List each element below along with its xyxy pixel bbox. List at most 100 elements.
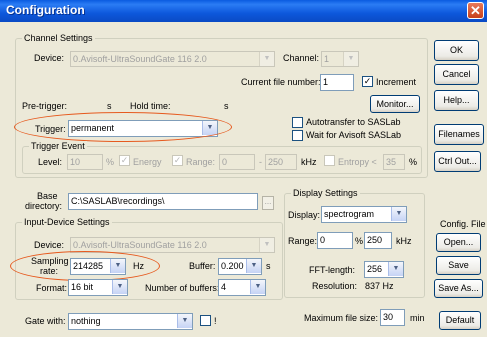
buffer-value: 0.200 bbox=[221, 261, 244, 271]
chevron-down-icon: ▼ bbox=[112, 280, 127, 294]
trigger-highlight bbox=[14, 112, 232, 142]
display-range-label: Range: bbox=[288, 236, 318, 246]
channel-settings-title: Channel Settings bbox=[22, 33, 95, 43]
entropy-checkbox[interactable] bbox=[324, 155, 335, 166]
base-dir-label-1: Base bbox=[37, 191, 58, 201]
check-icon: ✓ bbox=[120, 155, 129, 165]
ok-button[interactable]: OK bbox=[434, 40, 479, 61]
nbuffers-label: Number of buffers: bbox=[145, 283, 220, 293]
format-label: Format: bbox=[36, 283, 68, 293]
window-title: Configuration bbox=[6, 3, 85, 17]
entropy-input[interactable]: 35 bbox=[383, 154, 405, 170]
device-value: 0.Avisoft-UltraSoundGate 116 2.0 bbox=[73, 54, 207, 64]
default-button[interactable]: Default bbox=[439, 311, 481, 330]
buffer-label: Buffer: bbox=[189, 261, 216, 271]
range-dash: - bbox=[259, 157, 262, 167]
range-to-input[interactable]: 250 bbox=[265, 154, 297, 170]
close-button[interactable]: ✕ bbox=[467, 2, 484, 19]
chevron-down-icon: ▼ bbox=[177, 314, 192, 328]
nbuffers-value: 4 bbox=[221, 282, 227, 292]
energy-checkbox[interactable]: ✓ bbox=[119, 155, 130, 166]
maxsize-value: 30 bbox=[383, 312, 394, 322]
ctrl-out-button[interactable]: Ctrl Out... bbox=[434, 151, 481, 172]
device-label: Device: bbox=[34, 53, 65, 63]
trigger-event-title: Trigger Event bbox=[29, 141, 87, 151]
channel-label: Channel: bbox=[283, 53, 320, 63]
fft-select[interactable]: 256 ▼ bbox=[364, 261, 404, 278]
save-as-config-label: Save As... bbox=[438, 283, 479, 293]
help-label: Help... bbox=[443, 95, 470, 105]
save-config-button[interactable]: Save bbox=[436, 256, 481, 275]
gate-checkbox[interactable] bbox=[200, 315, 211, 326]
level-value: 10 bbox=[70, 157, 81, 167]
browse-label: ... bbox=[264, 197, 272, 206]
channel-select[interactable]: 1 ▼ bbox=[321, 51, 359, 67]
save-config-label: Save bbox=[448, 260, 469, 270]
entropy-pct: % bbox=[409, 157, 418, 167]
help-button[interactable]: Help... bbox=[434, 90, 479, 111]
entropy-label: Entropy < bbox=[338, 157, 377, 167]
browse-button[interactable]: ... bbox=[262, 196, 274, 210]
holdtime-unit: s bbox=[224, 101, 229, 111]
display-settings-title: Display Settings bbox=[291, 188, 360, 198]
increment-label: Increment bbox=[376, 77, 417, 87]
level-input[interactable]: 10 bbox=[67, 154, 103, 170]
channel-value: 1 bbox=[324, 54, 330, 64]
default-label: Default bbox=[445, 315, 475, 325]
format-value: 16 bit bbox=[71, 282, 94, 292]
gate-value: nothing bbox=[71, 316, 101, 326]
autotransfer-label: Autotransfer to SASLab bbox=[306, 117, 401, 127]
open-config-button[interactable]: Open... bbox=[436, 233, 481, 252]
sampling-highlight bbox=[10, 251, 160, 281]
holdtime-label: Hold time: bbox=[130, 101, 171, 111]
display-range-to-value: 250 bbox=[367, 235, 383, 245]
wait-checkbox[interactable] bbox=[292, 130, 303, 141]
format-select[interactable]: 16 bit ▼ bbox=[68, 279, 128, 296]
ctrl-out-label: Ctrl Out... bbox=[438, 156, 477, 166]
pretrigger-label: Pre-trigger: bbox=[22, 101, 68, 111]
device-select[interactable]: 0.Avisoft-UltraSoundGate 116 2.0 ▼ bbox=[70, 51, 275, 67]
base-dir-value: C:\SASLAB\recordings\ bbox=[71, 196, 165, 206]
display-range-to[interactable]: 250 bbox=[364, 232, 392, 249]
close-icon: ✕ bbox=[470, 3, 481, 18]
entropy-value: 35 bbox=[386, 157, 397, 167]
chevron-down-icon: ▼ bbox=[391, 207, 406, 221]
chevron-down-icon: ▼ bbox=[343, 52, 358, 66]
increment-checkbox[interactable]: ✓ bbox=[362, 76, 373, 87]
display-range-pct: % bbox=[355, 236, 364, 246]
chevron-down-icon: ▼ bbox=[259, 238, 274, 252]
gate-select[interactable]: nothing ▼ bbox=[68, 313, 193, 330]
autotransfer-checkbox[interactable] bbox=[292, 117, 303, 128]
wait-label: Wait for Avisoft SASLab bbox=[306, 130, 402, 140]
resolution-value: 837 Hz bbox=[365, 281, 394, 291]
range-checkbox[interactable]: ✓ bbox=[172, 155, 183, 166]
pretrigger-unit: s bbox=[107, 101, 112, 111]
level-pct: % bbox=[106, 157, 115, 167]
save-as-config-button[interactable]: Save As... bbox=[434, 279, 483, 298]
gate-excl: ! bbox=[214, 316, 217, 326]
display-range-from-value: 0 bbox=[320, 235, 326, 245]
file-number-input[interactable]: 1 bbox=[320, 74, 354, 91]
display-label: Display: bbox=[288, 210, 321, 220]
filenames-button[interactable]: Filenames bbox=[434, 124, 484, 145]
file-number-label: Current file number: bbox=[241, 77, 321, 87]
display-select[interactable]: spectrogram ▼ bbox=[321, 206, 407, 223]
base-dir-input[interactable]: C:\SASLAB\recordings\ bbox=[68, 193, 258, 210]
display-range-from[interactable]: 0 bbox=[317, 232, 353, 249]
range-to-value: 250 bbox=[268, 157, 284, 167]
buffer-select[interactable]: 0.200 ▼ bbox=[218, 258, 262, 275]
input-device-label: Device: bbox=[34, 240, 65, 250]
fft-value: 256 bbox=[367, 264, 383, 274]
title-bar[interactable]: Configuration ✕ bbox=[0, 0, 487, 22]
file-number-value: 1 bbox=[323, 77, 329, 87]
monitor-button[interactable]: Monitor... bbox=[370, 95, 420, 113]
range-from-value: 0 bbox=[222, 157, 228, 167]
cancel-button[interactable]: Cancel bbox=[434, 64, 479, 85]
base-dir-label-2: directory: bbox=[25, 201, 63, 211]
maxsize-input[interactable]: 30 bbox=[380, 309, 405, 326]
resolution-label: Resolution: bbox=[312, 281, 358, 291]
range-from-input[interactable]: 0 bbox=[219, 154, 255, 170]
nbuffers-select[interactable]: 4 ▼ bbox=[218, 279, 266, 296]
input-device-title: Input-Device Settings bbox=[22, 217, 112, 227]
configuration-dialog: Configuration ✕ OK Cancel Help... Filena… bbox=[0, 0, 487, 337]
